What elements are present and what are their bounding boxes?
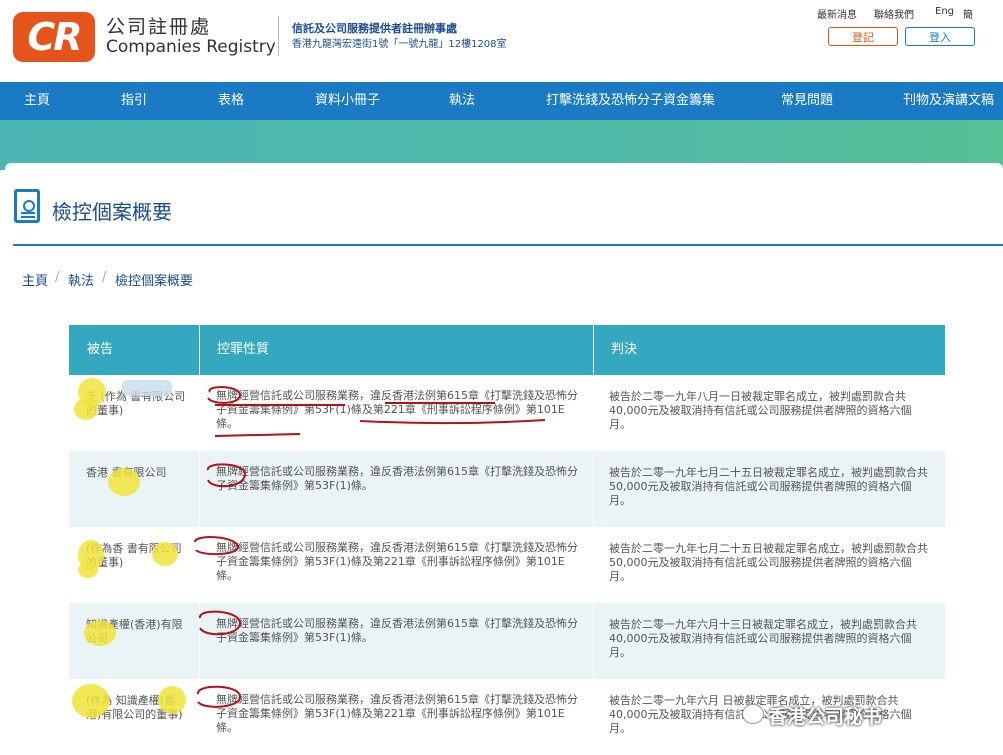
office-name: 信託及公司服務提供者註冊辦事處 xyxy=(292,20,457,36)
breadcrumb-separator: / xyxy=(55,270,59,285)
link-contact-us[interactable]: 聯絡我們 xyxy=(874,6,914,21)
nav-item-aml[interactable]: 打擊洗錢及恐怖分子資金籌集 xyxy=(546,82,715,120)
redaction-sticker xyxy=(158,686,186,714)
link-latest-news[interactable]: 最新消息 xyxy=(817,6,857,21)
verdict-cell: 被告於二零一九年七月二十五日被裁定罪名成立，被判處罰款合共50,000元及被取消… xyxy=(609,466,929,508)
offence-cell: 無牌經營信託或公司服務業務，違反香港法例第615章《打擊洗錢及恐怖分子資金籌集條… xyxy=(216,389,586,431)
verdict-cell: 被告於二零一九年六月十三日被裁定罪名成立，被判處罰款合共40,000元及被取消持… xyxy=(609,618,929,660)
logo-chinese-name: 公司註冊處 xyxy=(106,12,211,39)
register-button[interactable]: 登記 xyxy=(828,27,898,46)
offence-cell: 無牌經營信託或公司服務業務，違反香港法例第615章《打擊洗錢及恐怖分子資金籌集條… xyxy=(216,693,586,735)
logo-divider xyxy=(278,16,279,56)
wechat-icon xyxy=(742,704,764,724)
nav-item-forms[interactable]: 表格 xyxy=(218,82,244,120)
offence-cell: 無牌經營信託或公司服務業務，違反香港法例第615章《打擊洗錢及恐怖分子資金籌集條… xyxy=(216,465,586,493)
link-english[interactable]: Eng xyxy=(935,6,954,17)
nav-item-pamphlets[interactable]: 資料小冊子 xyxy=(315,82,380,120)
verdict-cell: 被告於二零一九年八月一日被裁定罪名成立，被判處罰款合共40,000元及被取消持有… xyxy=(609,390,929,432)
offence-cell: 無牌經營信託或公司服務業務，違反香港法例第615章《打擊洗錢及恐怖分子資金籌集條… xyxy=(216,541,586,583)
redaction-sticker xyxy=(152,542,178,566)
redaction-sticker xyxy=(72,684,110,718)
table-row: (作為香 書有限公司的董事) 無牌經營信託或公司服務業務，違反香港法例第615章… xyxy=(69,527,945,603)
column-header-defendant: 被告 xyxy=(87,325,113,375)
nav-item-home[interactable]: 主頁 xyxy=(24,82,50,120)
nav-item-faq[interactable]: 常見問題 xyxy=(781,82,833,120)
nav-item-guidelines[interactable]: 指引 xyxy=(121,82,147,120)
title-divider xyxy=(13,244,1003,246)
verdict-cell: 被告於二零一九年七月二十五日被裁定罪名成立，被判處罰款合共50,000元及被取消… xyxy=(609,542,929,584)
breadcrumb-current: 檢控個案概要 xyxy=(115,270,193,289)
redaction-sticker xyxy=(108,468,140,496)
main-nav: 主頁 指引 表格 資料小冊子 執法 打擊洗錢及恐怖分子資金籌集 常見問題 刊物及… xyxy=(0,82,1003,120)
column-header-offence: 控罪性質 xyxy=(217,325,269,375)
watermark-text: 香港公司秘书 xyxy=(768,702,882,729)
breadcrumb-enforcement[interactable]: 執法 xyxy=(68,270,94,289)
link-simplified[interactable]: 簡 xyxy=(963,6,973,21)
nav-item-publications[interactable]: 刊物及演講文稿 xyxy=(903,82,994,120)
table-row: 知識產權(香港)有限公司 無牌經營信託或公司服務業務，違反香港法例第615章《打… xyxy=(69,603,945,679)
column-header-verdict: 判決 xyxy=(611,325,637,375)
redaction-blur xyxy=(122,380,172,396)
nav-item-enforcement[interactable]: 執法 xyxy=(449,82,475,120)
logo-english-name: Companies Registry xyxy=(106,37,276,57)
cr-logo[interactable]: CR xyxy=(13,12,95,62)
breadcrumb-separator: / xyxy=(102,270,106,285)
table-header: 被告 控罪性質 判決 xyxy=(69,325,945,375)
login-button[interactable]: 登入 xyxy=(905,27,975,46)
redaction-sticker xyxy=(78,562,98,578)
breadcrumb-home[interactable]: 主頁 xyxy=(22,270,48,289)
office-address: 香港九龍灣宏遠街1號「一號九龍」12樓1208室 xyxy=(292,35,507,50)
table-row: 芝 (作為 書有限公司的董事) 無牌經營信託或公司服務業務，違反香港法例第615… xyxy=(69,375,945,451)
offence-cell: 無牌經營信託或公司服務業務，違反香港法例第615章《打擊洗錢及恐怖分子資金籌集條… xyxy=(216,617,586,645)
page-title: 檢控個案概要 xyxy=(52,196,172,225)
document-icon xyxy=(14,189,40,223)
redaction-sticker xyxy=(74,398,98,420)
table-row: 香港 書有限公司 無牌經營信託或公司服務業務，違反香港法例第615章《打擊洗錢及… xyxy=(69,451,945,527)
redaction-sticker xyxy=(84,620,116,646)
site-header: CR 公司註冊處 Companies Registry 信託及公司服務提供者註冊… xyxy=(0,0,1003,82)
